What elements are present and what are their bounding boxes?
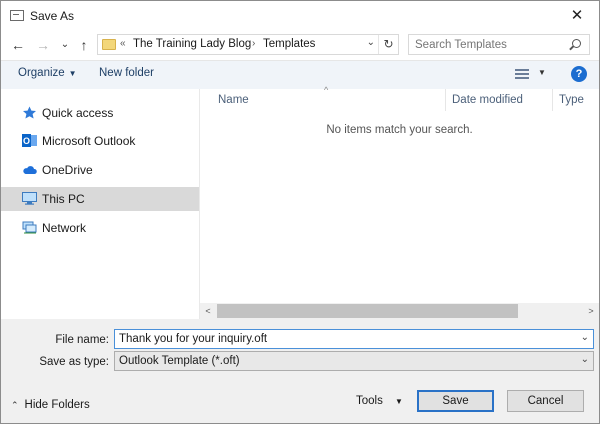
back-button[interactable]: ← — [9, 35, 27, 55]
computer-icon — [22, 192, 37, 205]
organize-button[interactable]: Organize ▼ — [18, 67, 77, 79]
search-box[interactable] — [408, 34, 590, 55]
new-folder-button[interactable]: New folder — [99, 67, 154, 79]
nav-item-label: Quick access — [42, 106, 114, 120]
scrollbar-thumb[interactable] — [217, 304, 518, 318]
file-name-value[interactable]: Thank you for your inquiry.oft — [119, 333, 267, 345]
folder-icon — [102, 39, 116, 50]
empty-message: No items match your search. — [326, 124, 473, 136]
save-as-dialog: Save As ✕ ← → ⌄ ↑ « The Training Lady Bl… — [0, 0, 600, 424]
window-title: Save As — [30, 9, 75, 23]
breadcrumb-separator-icon[interactable]: › — [252, 38, 255, 49]
column-header-label: Name — [218, 94, 249, 106]
column-header-label: Type — [559, 94, 584, 106]
chevron-down-icon[interactable]: ⌄ — [581, 354, 589, 365]
command-bar: Organize ▼ New folder ▼ ? — [1, 60, 599, 90]
column-header-type[interactable]: Type — [553, 89, 599, 111]
organize-label: Organize — [18, 67, 65, 79]
hide-folders-label: Hide Folders — [24, 399, 90, 411]
nav-item-label: This PC — [42, 192, 85, 206]
column-header-name[interactable]: Name — [212, 89, 446, 111]
nav-item-microsoft-outlook[interactable]: O Microsoft Outlook — [1, 129, 199, 153]
chevron-down-icon: ▼ — [68, 69, 77, 78]
address-bar[interactable]: « The Training Lady Blog › Templates ⌄ ↻ — [97, 34, 399, 55]
save-as-type-select[interactable]: Outlook Template (*.oft) ⌄ — [114, 351, 594, 371]
chevron-down-icon[interactable]: ⌄ — [581, 332, 589, 343]
nav-item-label: Microsoft Outlook — [42, 134, 136, 148]
nav-item-quick-access[interactable]: Quick access — [1, 101, 199, 125]
refresh-button[interactable]: ↻ — [378, 35, 398, 54]
save-as-type-label: Save as type: — [39, 356, 109, 368]
up-button[interactable]: ↑ — [75, 35, 93, 55]
star-icon — [23, 106, 36, 119]
file-name-label: File name: — [55, 334, 109, 346]
nav-item-network[interactable]: Network — [1, 216, 199, 240]
scroll-left-icon[interactable]: < — [200, 303, 216, 319]
nav-item-label: OneDrive — [42, 163, 93, 177]
save-button[interactable]: Save — [417, 390, 494, 412]
nav-item-label: Network — [42, 221, 87, 235]
cloud-icon — [23, 166, 37, 174]
nav-item-onedrive[interactable]: OneDrive — [1, 158, 199, 182]
save-options-panel: File name: Thank you for your inquiry.of… — [1, 319, 599, 423]
file-name-field[interactable]: Thank you for your inquiry.oft ⌄ — [114, 329, 594, 349]
column-header-label: Date modified — [452, 94, 523, 106]
file-list: ^ Name Date modified Type No items match… — [200, 85, 599, 319]
column-header-date-modified[interactable]: Date modified — [446, 89, 553, 111]
view-dropdown-icon[interactable]: ▼ — [538, 68, 546, 77]
search-icon[interactable] — [572, 39, 581, 48]
cancel-button[interactable]: Cancel — [507, 390, 584, 412]
view-options-icon[interactable] — [515, 69, 529, 79]
recent-locations-button[interactable]: ⌄ — [59, 35, 71, 55]
hide-folders-button[interactable]: ⌃ Hide Folders — [11, 399, 90, 411]
horizontal-scrollbar[interactable]: < > — [200, 303, 599, 319]
search-input[interactable] — [415, 37, 565, 52]
close-button[interactable]: ✕ — [555, 1, 599, 31]
chevron-down-icon[interactable]: ▼ — [395, 397, 403, 406]
help-icon[interactable]: ? — [571, 66, 587, 82]
address-dropdown-icon[interactable]: ⌄ — [367, 37, 375, 48]
tools-button[interactable]: Tools — [356, 395, 383, 407]
forward-button[interactable]: → — [34, 35, 52, 55]
overflow-chevrons-icon[interactable]: « — [120, 38, 126, 49]
scroll-right-icon[interactable]: > — [583, 303, 599, 319]
window-icon — [10, 10, 24, 21]
network-icon — [22, 221, 37, 234]
outlook-icon: O — [22, 134, 37, 147]
breadcrumb-training-lady-blog[interactable]: The Training Lady Blog — [133, 38, 251, 50]
nav-item-this-pc[interactable]: This PC — [1, 187, 199, 211]
save-as-type-value: Outlook Template (*.oft) — [119, 355, 240, 367]
navigation-pane: Quick access O Microsoft Outlook OneDriv… — [1, 89, 200, 319]
breadcrumb-templates[interactable]: Templates — [263, 38, 315, 50]
svg-text:O: O — [23, 136, 30, 146]
title-bar: Save As ✕ — [1, 1, 599, 31]
chevron-up-icon: ⌃ — [11, 400, 19, 410]
